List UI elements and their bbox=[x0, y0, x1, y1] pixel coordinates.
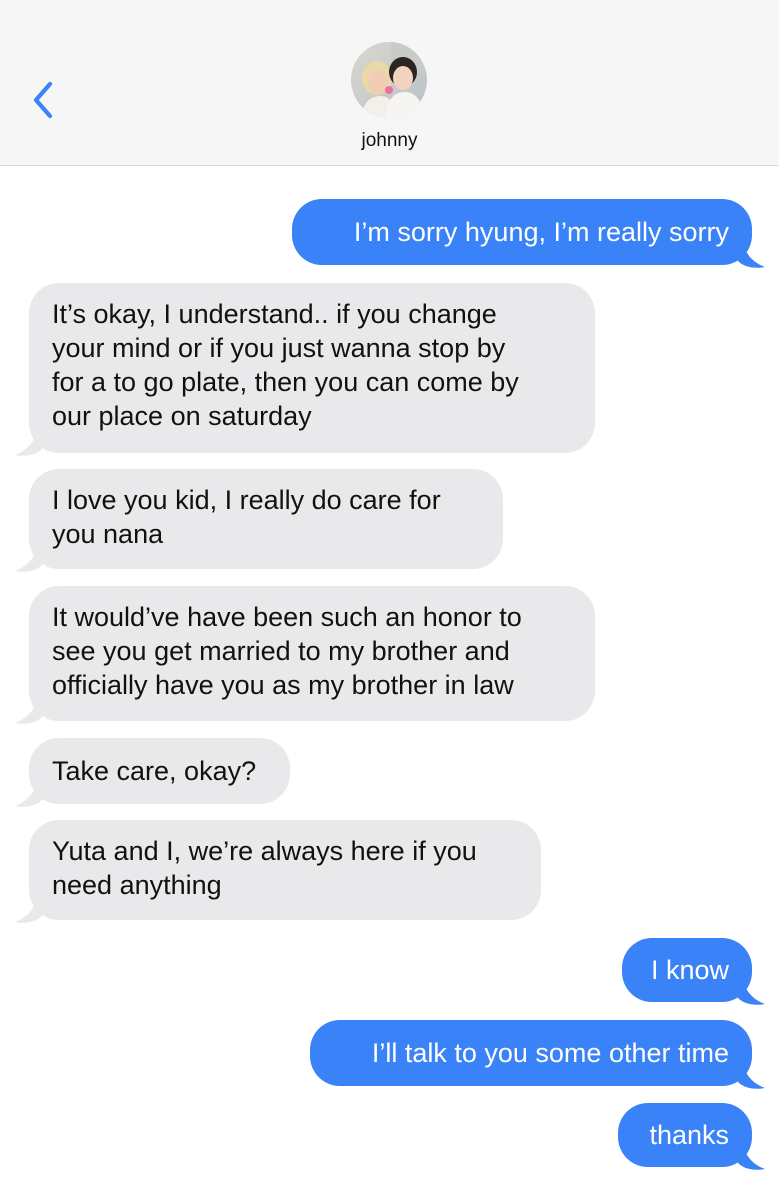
message-text: I know bbox=[650, 955, 729, 985]
message-text: thanks bbox=[649, 1120, 729, 1150]
incoming-message-bubble[interactable]: Yuta and I, we’re always here if you nee… bbox=[29, 820, 541, 920]
message-line: need anything bbox=[52, 870, 222, 900]
incoming-message-bubble[interactable]: I love you kid, I really do care for you… bbox=[29, 469, 503, 569]
bubble-tail bbox=[738, 1066, 765, 1089]
bubble-tail bbox=[15, 549, 42, 572]
message-line: officially have you as my brother in law bbox=[52, 670, 514, 700]
bubble-tail bbox=[738, 982, 765, 1005]
message-line: Yuta and I, we’re always here if you bbox=[52, 836, 477, 866]
message-line: I love you kid, I really do care for bbox=[52, 485, 441, 515]
message-text: I’ll talk to you some other time bbox=[371, 1038, 729, 1068]
bubble-tail bbox=[15, 900, 42, 923]
incoming-message-bubble[interactable]: It would’ve have been such an honor to s… bbox=[29, 586, 595, 721]
outgoing-message-bubble[interactable]: I’ll talk to you some other time bbox=[310, 1020, 752, 1086]
bubble-tail bbox=[738, 245, 765, 268]
message-text: I’m sorry hyung, I’m really sorry bbox=[353, 217, 729, 247]
outgoing-message-bubble[interactable]: I know bbox=[622, 938, 752, 1002]
outgoing-message-bubble[interactable]: thanks bbox=[618, 1103, 752, 1167]
incoming-message-bubble[interactable]: Take care, okay? bbox=[29, 738, 290, 804]
message-text: Take care, okay? bbox=[52, 756, 257, 786]
message-line: It would’ve have been such an honor to bbox=[52, 602, 522, 632]
bubble-tail bbox=[738, 1147, 765, 1170]
message-line: you nana bbox=[52, 519, 164, 549]
bubble-tail bbox=[15, 433, 42, 456]
outgoing-message-bubble[interactable]: I’m sorry hyung, I’m really sorry bbox=[292, 199, 752, 265]
message-line: our place on saturday bbox=[52, 401, 312, 431]
incoming-message-bubble[interactable]: It’s okay, I understand.. if you change … bbox=[29, 283, 595, 453]
message-line: your mind or if you just wanna stop by bbox=[52, 333, 506, 363]
message-thread: I’m sorry hyung, I’m really sorry It’s o… bbox=[0, 0, 779, 1200]
message-line: for a to go plate, then you can come by bbox=[52, 367, 519, 397]
message-line: see you get married to my brother and bbox=[52, 636, 510, 666]
message-line: It’s okay, I understand.. if you change bbox=[52, 299, 497, 329]
bubble-tail bbox=[15, 784, 42, 807]
bubble-tail bbox=[15, 701, 42, 724]
